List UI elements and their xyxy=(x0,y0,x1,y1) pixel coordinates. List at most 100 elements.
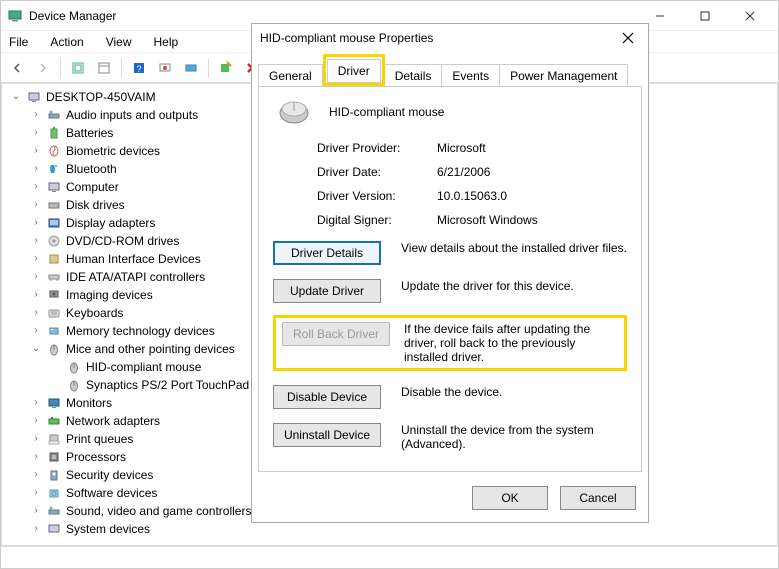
category-icon xyxy=(46,233,62,249)
tree-category-label: IDE ATA/ATAPI controllers xyxy=(66,268,205,286)
tree-category-label: Mice and other pointing devices xyxy=(66,340,235,358)
category-icon xyxy=(46,287,62,303)
toolbar-icon-1[interactable] xyxy=(66,56,90,80)
tab-general[interactable]: General xyxy=(258,64,323,87)
dialog-close-button[interactable] xyxy=(616,32,640,44)
toolbar-icon-6[interactable] xyxy=(214,56,238,80)
toolbar-icon-5[interactable] xyxy=(179,56,203,80)
category-icon xyxy=(46,161,62,177)
toolbar-icon-4[interactable] xyxy=(153,56,177,80)
tree-category-label: Audio inputs and outputs xyxy=(66,106,198,124)
expand-arrow-icon[interactable]: › xyxy=(30,448,42,466)
expand-arrow-icon[interactable]: › xyxy=(30,160,42,178)
cancel-button[interactable]: Cancel xyxy=(560,486,636,510)
category-icon xyxy=(46,179,62,195)
menu-view[interactable]: View xyxy=(102,33,136,51)
update-driver-desc: Update the driver for this device. xyxy=(401,279,627,293)
category-icon xyxy=(46,431,62,447)
category-icon xyxy=(46,305,62,321)
tree-category-label: Biometric devices xyxy=(66,142,160,160)
rollback-driver-desc: If the device fails after updating the d… xyxy=(404,322,618,364)
category-icon xyxy=(46,197,62,213)
expand-arrow-icon[interactable]: › xyxy=(30,142,42,160)
tree-device-label: HID-compliant mouse xyxy=(86,358,201,376)
toolbar-icon-2[interactable] xyxy=(92,56,116,80)
tree-category-label: Network adapters xyxy=(66,412,160,430)
toolbar-separator xyxy=(208,58,209,78)
close-button[interactable] xyxy=(727,2,772,30)
tree-category-label: DVD/CD-ROM drives xyxy=(66,232,179,250)
disable-device-button[interactable]: Disable Device xyxy=(273,385,381,409)
expand-arrow-icon[interactable]: › xyxy=(30,196,42,214)
tab-power[interactable]: Power Management xyxy=(500,64,628,87)
window-title: Device Manager xyxy=(29,9,637,23)
tab-driver[interactable]: Driver xyxy=(327,59,381,83)
expand-arrow-icon[interactable]: › xyxy=(30,412,42,430)
signer-label: Digital Signer: xyxy=(317,213,437,227)
dialog-titlebar: HID-compliant mouse Properties xyxy=(252,24,648,52)
category-icon xyxy=(46,485,62,501)
expand-arrow-icon[interactable]: › xyxy=(30,124,42,142)
tab-details[interactable]: Details xyxy=(385,64,443,87)
menu-file[interactable]: File xyxy=(5,33,32,51)
expand-arrow-icon[interactable]: › xyxy=(30,286,42,304)
rollback-highlight: Roll Back Driver If the device fails aft… xyxy=(273,315,627,371)
expand-arrow-icon[interactable]: › xyxy=(30,484,42,502)
driver-details-button[interactable]: Driver Details xyxy=(273,241,381,265)
collapse-arrow-icon[interactable]: ⌄ xyxy=(10,88,22,106)
rollback-driver-button: Roll Back Driver xyxy=(282,322,390,346)
category-icon xyxy=(46,107,62,123)
tree-category-label: Display adapters xyxy=(66,214,155,232)
disable-device-row: Disable Device Disable the device. xyxy=(273,385,627,409)
toolbar-separator xyxy=(121,58,122,78)
ok-button[interactable]: OK xyxy=(472,486,548,510)
signer-value: Microsoft Windows xyxy=(437,213,538,227)
category-icon xyxy=(46,143,62,159)
provider-value: Microsoft xyxy=(437,141,486,155)
expand-arrow-icon[interactable]: › xyxy=(30,502,42,520)
help-icon[interactable]: ? xyxy=(127,56,151,80)
tree-category-label: Human Interface Devices xyxy=(66,250,201,268)
category-icon xyxy=(46,323,62,339)
expand-arrow-icon[interactable]: › xyxy=(30,106,42,124)
expand-arrow-icon[interactable]: › xyxy=(30,232,42,250)
category-icon xyxy=(46,395,62,411)
maximize-button[interactable] xyxy=(682,2,727,30)
expand-arrow-icon[interactable]: › xyxy=(30,268,42,286)
update-driver-button[interactable]: Update Driver xyxy=(273,279,381,303)
tree-category-label: Disk drives xyxy=(66,196,125,214)
tree-category-label: Monitors xyxy=(66,394,112,412)
app-icon xyxy=(7,8,23,24)
tree-category-label: Batteries xyxy=(66,124,113,142)
expand-arrow-icon[interactable]: › xyxy=(30,394,42,412)
expand-arrow-icon[interactable]: › xyxy=(30,322,42,340)
category-icon xyxy=(46,413,62,429)
toolbar-separator xyxy=(60,58,61,78)
expand-arrow-icon[interactable]: › xyxy=(30,250,42,268)
tree-device-label: Synaptics PS/2 Port TouchPad xyxy=(86,376,249,394)
tree-category-label: System devices xyxy=(66,520,150,538)
expand-arrow-icon[interactable]: › xyxy=(30,466,42,484)
category-icon xyxy=(46,521,62,537)
back-button[interactable] xyxy=(5,56,29,80)
collapse-arrow-icon[interactable]: ⌄ xyxy=(30,340,42,358)
driver-details-row: Driver Details View details about the in… xyxy=(273,241,627,265)
tab-events[interactable]: Events xyxy=(442,64,500,87)
expand-arrow-icon[interactable]: › xyxy=(30,430,42,448)
expand-arrow-icon[interactable]: › xyxy=(30,178,42,196)
version-label: Driver Version: xyxy=(317,189,437,203)
category-icon xyxy=(46,467,62,483)
tree-category-label: Sound, video and game controllers xyxy=(66,502,251,520)
uninstall-device-button[interactable]: Uninstall Device xyxy=(273,423,381,447)
window-controls xyxy=(637,2,772,30)
menu-help[interactable]: Help xyxy=(150,33,183,51)
expand-arrow-icon[interactable]: › xyxy=(30,304,42,322)
provider-label: Driver Provider: xyxy=(317,141,437,155)
tree-category-label: Imaging devices xyxy=(66,286,153,304)
forward-button[interactable] xyxy=(31,56,55,80)
expand-arrow-icon[interactable]: › xyxy=(30,214,42,232)
tree-category-label: Keyboards xyxy=(66,304,123,322)
dialog-title: HID-compliant mouse Properties xyxy=(260,31,433,45)
menu-action[interactable]: Action xyxy=(46,33,87,51)
expand-arrow-icon[interactable]: › xyxy=(30,520,42,538)
